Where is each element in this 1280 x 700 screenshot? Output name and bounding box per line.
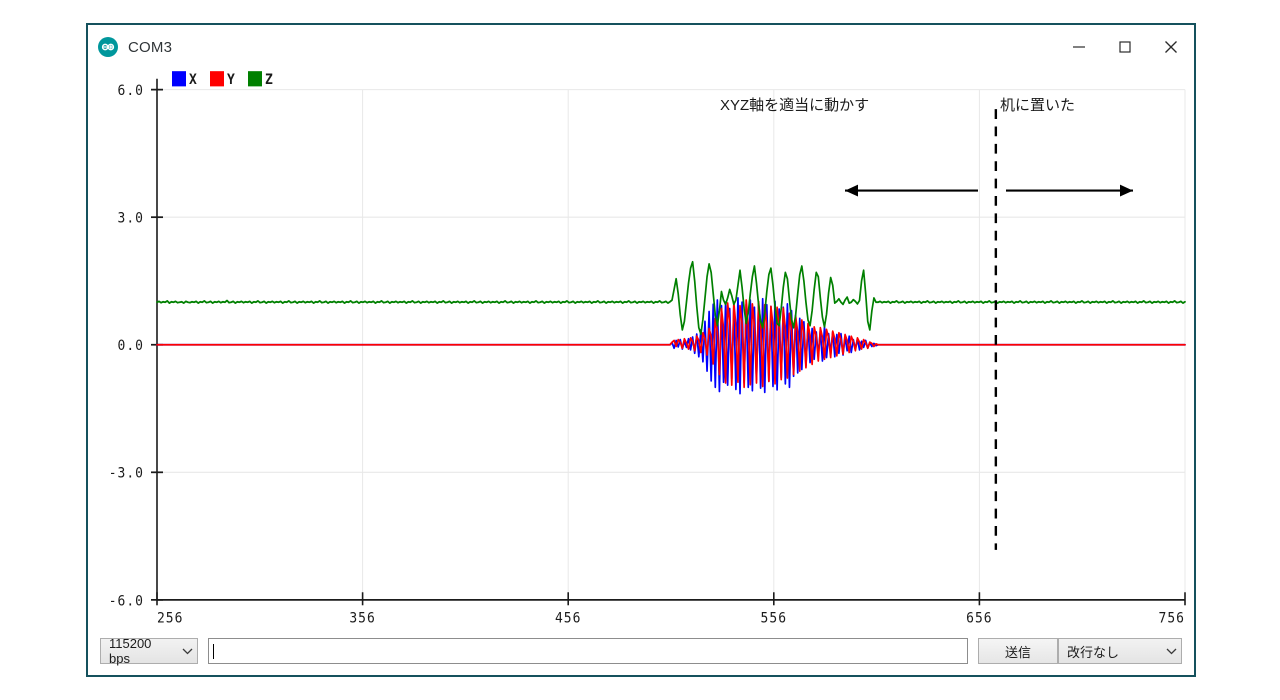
chart-legend: X Y Z [172, 71, 273, 88]
minimize-button[interactable] [1056, 25, 1102, 69]
svg-text:456: 456 [555, 610, 581, 627]
axes [156, 78, 1185, 601]
baud-rate-select[interactable]: 115200 bps [100, 636, 198, 666]
close-button[interactable] [1148, 25, 1194, 69]
line-ending-value: 改行なし [1067, 644, 1120, 660]
arduino-infinity-icon [98, 37, 118, 57]
annotation-right-label: 机に置いた [1000, 97, 1076, 114]
send-button[interactable]: 送信 [978, 638, 1058, 664]
y-axis-labels: 6.0 3.0 0.0 -3.0 -6.0 [109, 83, 144, 610]
svg-text:356: 356 [349, 610, 375, 627]
svg-text:-3.0: -3.0 [109, 465, 144, 482]
svg-text:256: 256 [157, 610, 183, 627]
axis-ticks [151, 88, 1186, 606]
title-bar: COM3 [88, 25, 1194, 69]
svg-text:X: X [189, 72, 197, 89]
text-cursor [213, 643, 214, 659]
baud-rate-value: 115200 bps [109, 636, 152, 666]
window-title: COM3 [128, 38, 173, 56]
message-input[interactable] [208, 638, 968, 664]
serial-plotter-chart: 6.0 3.0 0.0 -3.0 -6.0 256 356 456 556 656 756 XYZ… [88, 69, 1194, 627]
svg-text:756: 756 [1159, 610, 1185, 627]
chevron-down-icon [1156, 647, 1177, 655]
line-ending-select[interactable]: 改行なし [1058, 638, 1182, 664]
svg-text:Y: Y [227, 72, 236, 89]
annotation-arrows [845, 184, 1133, 197]
svg-text:Z: Z [265, 72, 273, 89]
send-button-label: 送信 [1004, 644, 1031, 660]
svg-text:656: 656 [966, 610, 992, 627]
svg-text:0.0: 0.0 [118, 338, 144, 355]
svg-text:3.0: 3.0 [118, 210, 144, 227]
serial-plotter-window: COM3 6.0 3.0 0.0 -3.0 -6.0 256 356 456 5… [86, 23, 1196, 677]
plot-canvas: 6.0 3.0 0.0 -3.0 -6.0 256 356 456 556 656 756 X Y Z [109, 71, 1186, 627]
maximize-button[interactable] [1102, 25, 1148, 69]
bottom-toolbar: 115200 bps 送信 改行なし [88, 627, 1194, 675]
annotation-left-label: XYZ軸を適当に動かす [720, 97, 870, 114]
chevron-down-icon [172, 647, 193, 655]
svg-text:-6.0: -6.0 [109, 593, 144, 610]
svg-text:6.0: 6.0 [118, 83, 144, 100]
svg-text:556: 556 [761, 610, 787, 627]
window-controls [1056, 25, 1194, 69]
data-traces [156, 260, 1186, 395]
x-axis-labels: 256 356 456 556 656 756 [157, 610, 1185, 627]
